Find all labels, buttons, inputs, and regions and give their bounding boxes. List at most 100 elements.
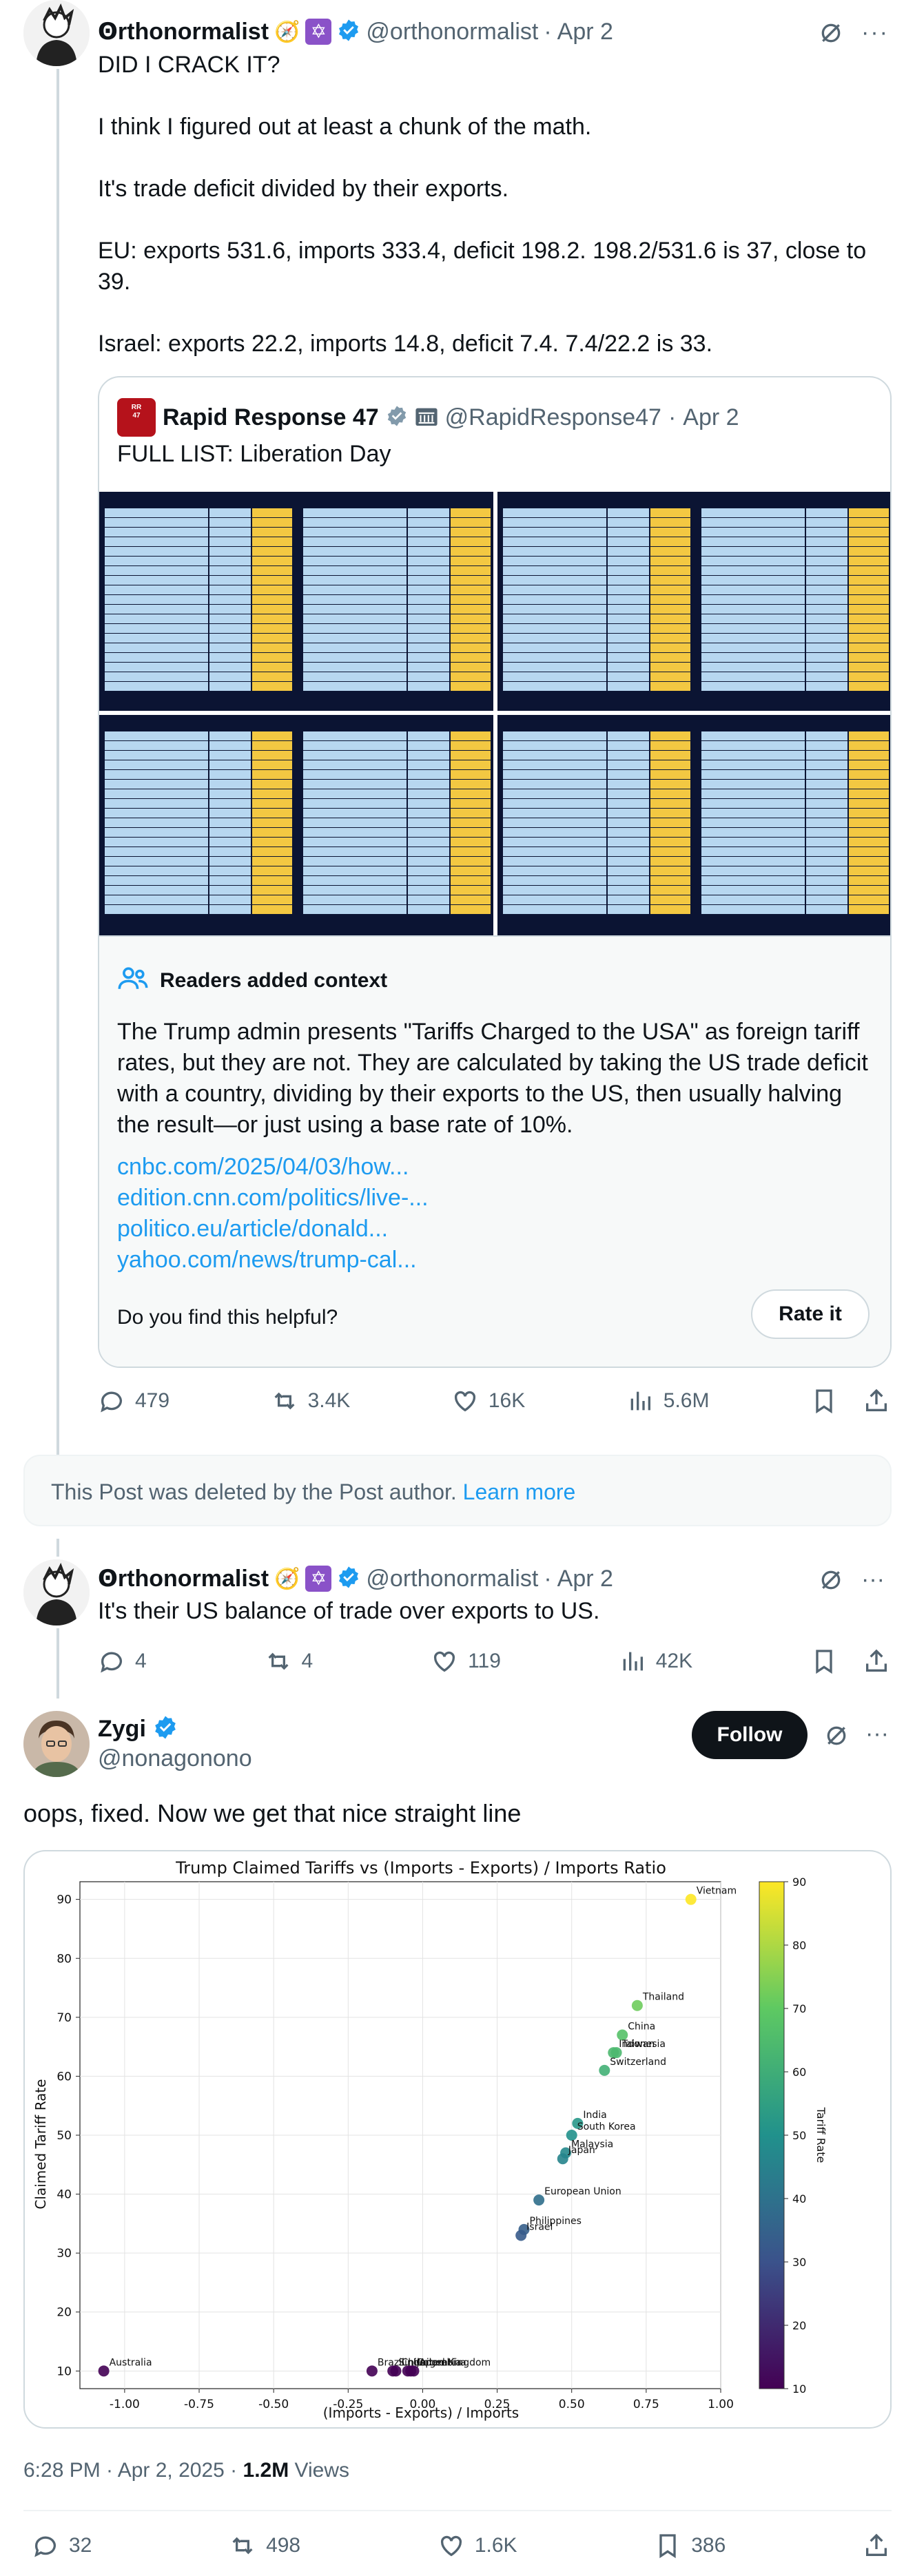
- quote-display-name[interactable]: Rapid Response 47: [163, 404, 379, 431]
- share-icon[interactable]: [863, 1387, 890, 1415]
- like-button[interactable]: 16K: [451, 1387, 525, 1415]
- divider: [23, 2510, 892, 2511]
- bookmark-button[interactable]: 386: [654, 2532, 726, 2559]
- avatar-zygi[interactable]: [23, 1711, 90, 1777]
- post-date[interactable]: Apr 2: [557, 19, 613, 45]
- government-building-icon: [415, 406, 438, 430]
- action-bar: 479 3.4K 16K 5.6M: [98, 1387, 890, 1415]
- tariff-table-image-2[interactable]: [497, 492, 890, 711]
- more-icon[interactable]: ···: [861, 1566, 885, 1593]
- more-icon[interactable]: ···: [865, 1721, 889, 1747]
- y-tick-label: 20: [56, 2306, 72, 2320]
- heart-icon: [434, 1651, 455, 1672]
- display-name[interactable]: Ꙩrthonormalist: [98, 18, 269, 45]
- point-label: European Union: [544, 2186, 621, 2197]
- point-label: China: [628, 2022, 655, 2033]
- reply-button[interactable]: 32: [32, 2532, 92, 2559]
- rate-it-button[interactable]: Rate it: [751, 1289, 870, 1339]
- avatar-orthonormalist[interactable]: [23, 0, 90, 66]
- handle[interactable]: @orthonormalist: [366, 1566, 538, 1592]
- tariff-table-image-1[interactable]: [99, 492, 493, 711]
- bookmark-icon[interactable]: [810, 1387, 838, 1415]
- quote-date[interactable]: Apr 2: [683, 404, 739, 431]
- x-axis-label: (Imports - Exports) / Imports: [323, 2404, 519, 2421]
- note-source-link[interactable]: edition.cnn.com/politics/live-...: [117, 1183, 429, 1214]
- x-tick-label: 0.50: [559, 2398, 585, 2411]
- point-label: Australia: [110, 2357, 152, 2368]
- tariff-table-image-4[interactable]: [497, 715, 890, 935]
- people-icon: [117, 966, 149, 995]
- colorbar-tick-label: 60: [792, 2066, 806, 2079]
- avatar-orthonormalist[interactable]: [23, 1559, 90, 1625]
- data-point: [557, 2153, 568, 2165]
- colorbar-tick-label: 10: [792, 2382, 806, 2396]
- tariff-table-image-3[interactable]: [99, 715, 493, 935]
- post-timestamp: 6:28 PM · Apr 2, 2025 · 1.2M Views: [23, 2459, 350, 2482]
- share-button[interactable]: [863, 2532, 890, 2559]
- repost-icon: [274, 1392, 295, 1410]
- repost-button[interactable]: 3.4K: [271, 1387, 350, 1415]
- post-body: DID I CRACK IT? I think I figured out at…: [98, 52, 867, 357]
- y-tick-label: 50: [56, 2129, 72, 2143]
- action-bar: 32 498 1.6K 386: [32, 2532, 890, 2559]
- display-name[interactable]: Ꙩrthonormalist: [98, 1565, 269, 1592]
- learn-more-link[interactable]: Learn more: [463, 1479, 576, 1504]
- handle[interactable]: @orthonormalist: [366, 19, 538, 45]
- repost-icon: [232, 2537, 253, 2555]
- repost-button[interactable]: 4: [265, 1648, 313, 1675]
- note-source-link[interactable]: yahoo.com/news/trump-cal...: [117, 1245, 429, 1276]
- x-tick-label: 1.00: [708, 2398, 734, 2411]
- colorbar-tick-label: 90: [792, 1876, 806, 1889]
- more-icon[interactable]: ···: [861, 19, 889, 46]
- bookmark-icon: [659, 2534, 676, 2559]
- like-button[interactable]: 119: [431, 1648, 501, 1675]
- display-name[interactable]: Zygi: [98, 1716, 146, 1743]
- quote-handle[interactable]: @RapidResponse47: [445, 404, 661, 431]
- note-source-link[interactable]: cnbc.com/2025/04/03/how...: [117, 1152, 429, 1183]
- data-point: [599, 2064, 610, 2076]
- verified-gray-icon: [386, 405, 408, 430]
- reply-button[interactable]: 4: [98, 1648, 147, 1675]
- grok-icon[interactable]: [823, 1722, 850, 1753]
- analytics-icon: [630, 1391, 650, 1411]
- repost-icon: [268, 1652, 289, 1670]
- point-label: Thailand: [642, 1992, 684, 2003]
- y-tick-label: 30: [56, 2247, 72, 2261]
- share-icon[interactable]: [863, 1648, 890, 1675]
- follow-button[interactable]: Follow: [692, 1711, 808, 1759]
- compass-emoji-icon: 🧭: [274, 1567, 300, 1590]
- y-tick-label: 80: [56, 1952, 72, 1966]
- tariff-table-images[interactable]: [99, 492, 890, 935]
- quote-card[interactable]: RR 47 Rapid Response 47 @RapidResponse47 …: [98, 376, 892, 1368]
- note-source-link[interactable]: politico.eu/article/donald...: [117, 1214, 429, 1245]
- data-point: [685, 1893, 697, 1905]
- reply-icon: [101, 1391, 122, 1413]
- repost-button[interactable]: 498: [229, 2532, 300, 2559]
- star-of-david-icon: ✡: [305, 1566, 332, 1592]
- point-label: South Korea: [577, 2121, 636, 2132]
- verified-icon: [337, 1566, 360, 1592]
- bookmark-icon[interactable]: [810, 1648, 838, 1675]
- y-axis-label: Claimed Tariff Rate: [32, 2079, 49, 2209]
- like-button[interactable]: 1.6K: [438, 2532, 517, 2559]
- y-tick-label: 70: [56, 2011, 72, 2025]
- grok-icon[interactable]: [817, 1566, 845, 1597]
- chart-image[interactable]: Trump Claimed Tariffs vs (Imports - Expo…: [23, 1850, 892, 2429]
- data-point: [631, 1999, 643, 2011]
- post-date[interactable]: Apr 2: [557, 1566, 613, 1592]
- reply-button[interactable]: 479: [98, 1387, 169, 1415]
- share-icon: [865, 2533, 887, 2556]
- heart-icon: [440, 2535, 462, 2557]
- handle[interactable]: @nonagonono: [98, 1745, 252, 1772]
- verified-icon: [337, 19, 360, 45]
- y-tick-label: 10: [56, 2365, 72, 2378]
- star-of-david-icon: ✡: [305, 19, 332, 45]
- grok-icon[interactable]: [817, 19, 845, 50]
- x-tick-label: -0.75: [184, 2398, 214, 2411]
- views-button[interactable]: 42K: [619, 1648, 692, 1675]
- rapid-response-avatar: RR 47: [117, 398, 156, 437]
- colorbar-label: Tariff Rate: [814, 2107, 827, 2163]
- note-title: Readers added context: [160, 968, 388, 992]
- views-button[interactable]: 5.6M: [626, 1387, 709, 1415]
- action-bar: 4 4 119 42K: [98, 1648, 890, 1675]
